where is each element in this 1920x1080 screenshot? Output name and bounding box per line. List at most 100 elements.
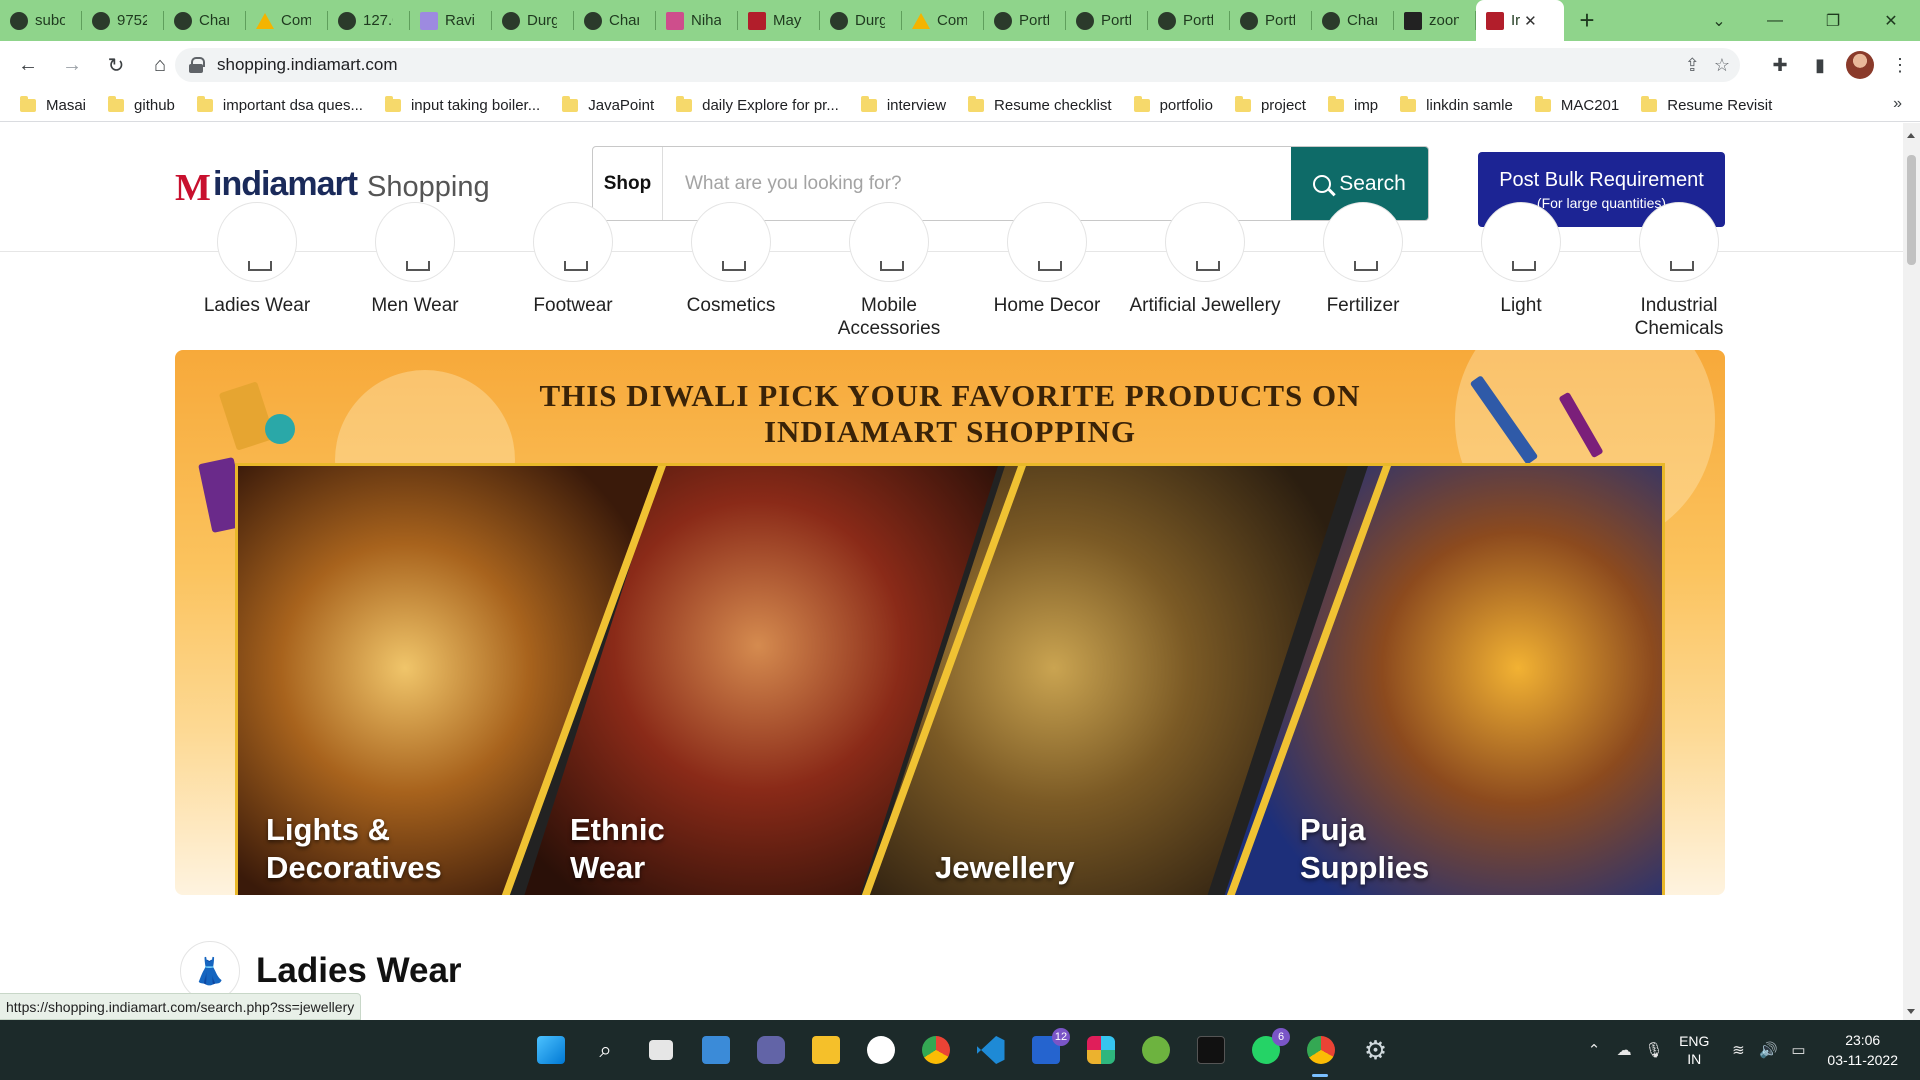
close-tab-icon[interactable]: ✕ [1524, 12, 1537, 30]
tab-item[interactable]: Portf [1148, 0, 1230, 41]
language-indicator[interactable]: ENG IN [1679, 1032, 1709, 1068]
scroll-thumb[interactable] [1907, 155, 1916, 265]
bookmark-item[interactable]: Resume Revisit [1641, 95, 1772, 114]
teams-chat-button[interactable] [750, 1030, 791, 1071]
battery-icon[interactable]: ▭ [1783, 1041, 1813, 1059]
bookmark-item[interactable]: daily Explore for pr... [676, 95, 839, 114]
bookmark-item[interactable]: JavaPoint [562, 95, 654, 114]
start-button[interactable] [530, 1030, 571, 1071]
tab-item[interactable]: Niha [656, 0, 738, 41]
spring-tool-button[interactable] [1135, 1030, 1176, 1071]
page-scrollbar[interactable] [1903, 123, 1920, 1020]
microphone-icon[interactable]: 🎙 [1639, 1041, 1669, 1059]
bookmark-item[interactable]: imp [1327, 95, 1378, 114]
vscode-icon [976, 1036, 1005, 1064]
bookmark-item[interactable]: linkdin samle [1400, 95, 1513, 114]
tab-item[interactable]: 127.0 [328, 0, 410, 41]
task-view-button[interactable] [640, 1030, 681, 1071]
status-url-bubble: https://shopping.indiamart.com/search.ph… [0, 993, 362, 1020]
minimize-button[interactable]: — [1746, 0, 1804, 41]
tab-item[interactable]: zoon [1394, 0, 1476, 41]
tab-item[interactable]: Chan [574, 0, 656, 41]
bookmark-item[interactable]: portfolio [1133, 95, 1213, 114]
profile-avatar[interactable] [1840, 45, 1880, 85]
bookmark-item[interactable]: input taking boiler... [384, 95, 540, 114]
back-arrow-icon[interactable]: ← [10, 47, 46, 83]
menu-kebab-icon[interactable]: ⋮ [1880, 45, 1920, 85]
onedrive-cloud-icon[interactable]: ☁ [1609, 1041, 1639, 1059]
todo-button[interactable]: 12 [1025, 1027, 1070, 1071]
tab-item[interactable]: May [738, 0, 820, 41]
search-taskbar-button[interactable]: ⌕ [585, 1030, 626, 1071]
bookmark-item[interactable]: Masai [20, 95, 86, 114]
category-item[interactable]: Artificial Jewellery [1126, 202, 1284, 317]
search-scope[interactable]: Shop [593, 147, 663, 220]
github-desktop-button[interactable] [860, 1030, 901, 1071]
tab-item[interactable]: Chan [1312, 0, 1394, 41]
terminal-button[interactable] [1190, 1030, 1231, 1071]
bookmark-item[interactable]: project [1234, 95, 1306, 114]
tab-item[interactable]: 9752 [82, 0, 164, 41]
tab-item[interactable]: subo [0, 0, 82, 41]
globe-icon [1076, 11, 1094, 30]
chevron-up-icon[interactable]: ⌃ [1579, 1041, 1609, 1059]
lock-icon[interactable] [189, 57, 205, 73]
new-tab-button[interactable]: + [1564, 0, 1610, 41]
close-window-button[interactable]: ✕ [1862, 0, 1920, 41]
category-item[interactable]: Fertilizer [1284, 202, 1442, 317]
tab-active[interactable]: Ir ✕ [1476, 0, 1564, 41]
category-item[interactable]: Footwear [494, 202, 652, 317]
category-item[interactable]: Home Decor [968, 202, 1126, 317]
address-bar[interactable]: shopping.indiamart.com ⇪ ☆ [175, 48, 1740, 82]
maximize-button[interactable]: ❐ [1804, 0, 1862, 41]
diwali-banner[interactable]: THIS DIWALI PICK YOUR FAVORITE PRODUCTS … [175, 350, 1725, 895]
category-item[interactable]: Light [1442, 202, 1600, 317]
forward-arrow-icon[interactable]: → [54, 47, 90, 83]
scroll-up-arrow-icon[interactable] [1907, 133, 1915, 138]
tab-item[interactable]: Portf [1230, 0, 1312, 41]
bookmark-label: Resume checklist [994, 96, 1112, 114]
slack-button[interactable] [1080, 1030, 1121, 1071]
file-explorer-button[interactable] [805, 1030, 846, 1071]
widgets-button[interactable] [695, 1030, 736, 1071]
extensions-puzzle-icon[interactable]: ✚ [1760, 45, 1800, 85]
chrome-active-button[interactable] [1300, 1030, 1341, 1077]
tab-item[interactable]: Chan [164, 0, 246, 41]
home-icon[interactable]: ⌂ [142, 47, 178, 83]
tab-item[interactable]: Durg [492, 0, 574, 41]
tab-item[interactable]: Portf [1066, 0, 1148, 41]
bookmark-item[interactable]: Resume checklist [968, 95, 1112, 114]
volume-icon[interactable]: 🔊 [1753, 1041, 1783, 1059]
tab-search-chevron-icon[interactable]: ⌄ [1690, 0, 1748, 41]
side-panel-icon[interactable]: ▮ [1800, 45, 1840, 85]
bookmarks-overflow-button[interactable]: » [1893, 95, 1902, 113]
tab-item[interactable]: Com [902, 0, 984, 41]
bookmark-star-icon[interactable]: ☆ [1714, 55, 1730, 76]
address-url[interactable]: shopping.indiamart.com [217, 55, 397, 75]
clock[interactable]: 23:06 03-11-2022 [1827, 1030, 1898, 1070]
tab-item[interactable]: Durg [820, 0, 902, 41]
indiamart-logo[interactable]: indiamart Shopping [175, 165, 490, 210]
settings-button[interactable]: ⚙ [1355, 1030, 1396, 1071]
whatsapp-button[interactable]: 6 [1245, 1027, 1290, 1071]
share-icon[interactable]: ⇪ [1685, 55, 1700, 76]
bookmark-item[interactable]: important dsa ques... [196, 95, 363, 114]
category-item[interactable]: Cosmetics [652, 202, 810, 317]
tab-label: Chan [1347, 12, 1377, 29]
scroll-down-arrow-icon[interactable] [1907, 1009, 1915, 1014]
reload-icon[interactable]: ↻ [98, 47, 134, 83]
tab-item[interactable]: Com [246, 0, 328, 41]
category-item[interactable]: Men Wear [336, 202, 494, 317]
tab-item[interactable]: Portf [984, 0, 1066, 41]
bookmark-item[interactable]: interview [860, 95, 946, 114]
chrome-button[interactable] [915, 1030, 956, 1071]
bookmark-label: important dsa ques... [222, 96, 363, 114]
bookmark-item[interactable]: MAC201 [1534, 95, 1619, 114]
category-item[interactable]: Mobile Accessories [810, 202, 968, 340]
category-item[interactable]: Ladies Wear [178, 202, 336, 317]
wifi-icon[interactable]: ≋ [1723, 1041, 1753, 1059]
tab-item[interactable]: Ravi [410, 0, 492, 41]
category-item[interactable]: Industrial Chemicals [1600, 202, 1758, 340]
vscode-button[interactable] [970, 1030, 1011, 1071]
bookmark-item[interactable]: github [108, 95, 175, 114]
